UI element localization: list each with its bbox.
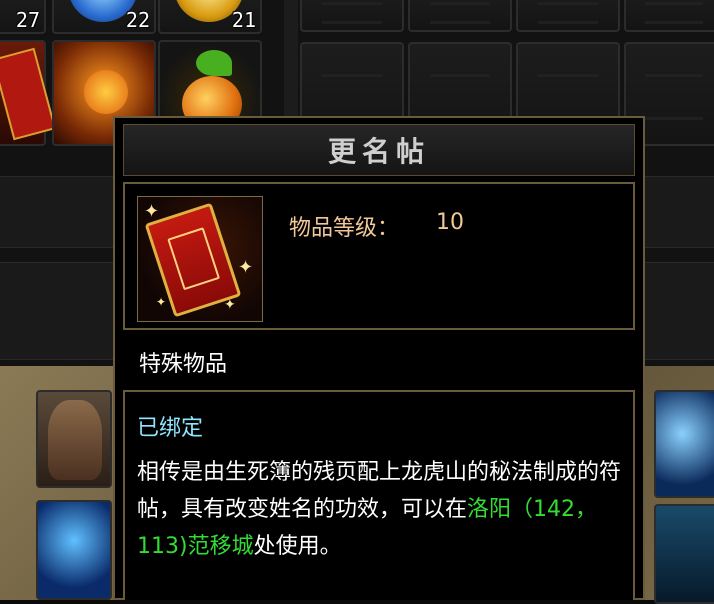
- sparkle-icon: ✦: [144, 201, 160, 222]
- empty-slot[interactable]: [516, 0, 620, 32]
- sparkle-icon: ✦: [238, 257, 254, 278]
- bound-status: 已绑定: [137, 416, 204, 441]
- stack-count: 27: [15, 8, 40, 32]
- item-level-label: 物品等级：: [289, 216, 400, 241]
- item-category: 特殊物品: [139, 352, 228, 377]
- empty-slot[interactable]: [624, 0, 714, 32]
- mount-horse-slot[interactable]: [36, 390, 112, 488]
- sparkle-icon: ✦: [156, 295, 167, 309]
- skill-slot[interactable]: [36, 500, 112, 600]
- card-glyph: [167, 227, 221, 291]
- stack-count: 21: [231, 8, 256, 32]
- leaf-icon: [196, 50, 232, 76]
- empty-slot[interactable]: [408, 0, 512, 32]
- character-portrait-slot[interactable]: [654, 390, 714, 498]
- tooltip-header: ✦ ✦ ✦ ✦ 物品等级： 10: [123, 182, 635, 330]
- tooltip-body: 已绑定 相传是由生死簿的残页配上龙虎山的秘法制成的符帖，具有改变姓名的功效，可以…: [123, 390, 635, 600]
- inventory-slot[interactable]: 22: [52, 0, 156, 34]
- skill-slot[interactable]: [654, 504, 714, 604]
- tooltip-title-bar: 更名帖: [123, 124, 635, 176]
- pumpkin-icon: [84, 70, 128, 114]
- stack-count: 22: [125, 8, 150, 32]
- item-level-value: 10: [436, 210, 464, 235]
- inventory-slot[interactable]: 27: [0, 0, 46, 34]
- empty-slot[interactable]: [300, 0, 404, 32]
- description-text-end: 处使用。: [253, 534, 342, 559]
- item-tooltip: 更名帖 ✦ ✦ ✦ ✦ 物品等级： 10 特殊物品 已绑定 相传是由生死簿的残页…: [113, 116, 645, 600]
- sparkle-icon: ✦: [224, 297, 236, 313]
- rename-card-icon: [0, 47, 57, 141]
- item-description: 相传是由生死簿的残页配上龙虎山的秘法制成的符帖，具有改变姓名的功效，可以在洛阳（…: [137, 454, 627, 565]
- rename-card-icon: ✦ ✦ ✦ ✦: [137, 196, 263, 322]
- item-name: 更名帖: [327, 135, 430, 168]
- inventory-slot[interactable]: 21: [158, 0, 262, 34]
- horse-head-icon: [48, 400, 102, 480]
- rename-card-item-slot[interactable]: [0, 40, 57, 146]
